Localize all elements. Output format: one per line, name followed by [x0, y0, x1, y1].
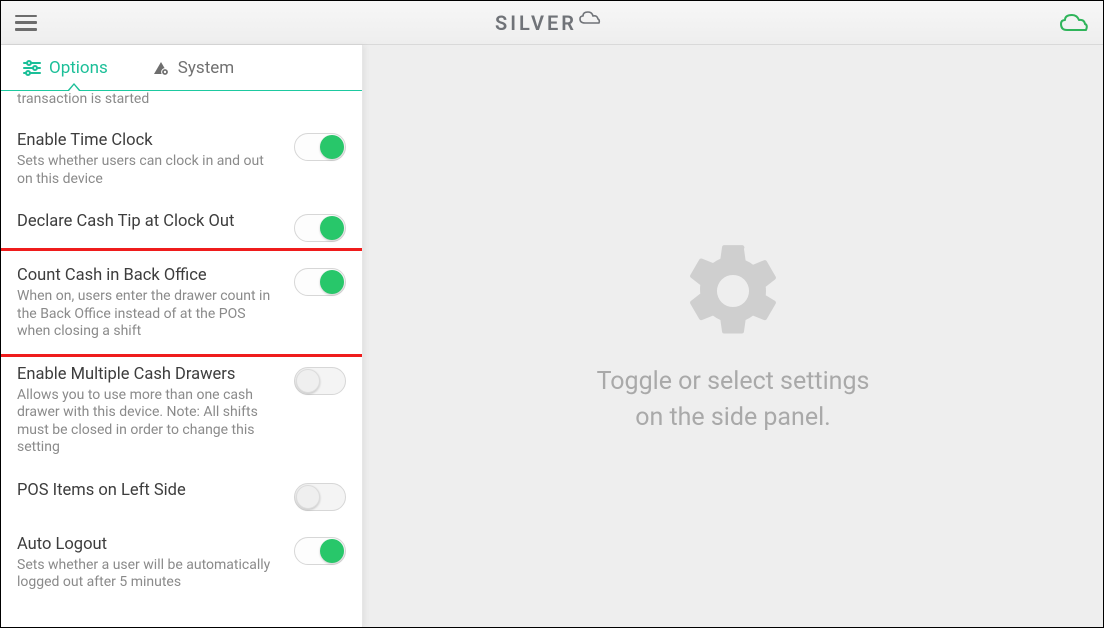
gear-icon: [678, 236, 788, 346]
setting-title: Enable Multiple Cash Drawers: [17, 365, 280, 384]
menu-icon[interactable]: [15, 15, 37, 31]
cloud-status-icon[interactable]: [1059, 13, 1089, 33]
setting-text: Declare Cash Tip at Clock Out: [17, 212, 280, 234]
tab-bar: Options System: [1, 45, 362, 91]
detail-panel: Toggle or select settings on the side pa…: [363, 45, 1103, 627]
tab-system-label: System: [178, 58, 234, 78]
toggle-knob: [320, 270, 344, 294]
toggle-enable-time-clock[interactable]: [294, 133, 346, 161]
brand-logo: SILVER: [495, 11, 601, 35]
active-tab-caret: [67, 83, 81, 91]
setting-row: Count Cash in Back Office When on, users …: [15, 254, 348, 353]
app-frame: SILVER: [0, 0, 1104, 628]
sliders-icon: [23, 60, 41, 76]
brand-text: SILVER: [495, 11, 577, 35]
setting-text: Enable Multiple Cash Drawers Allows you t…: [17, 365, 280, 457]
setting-row: POS Items on Left Side: [15, 469, 348, 523]
toggle-knob: [296, 485, 320, 509]
setting-row: Declare Cash Tip at Clock Out: [15, 200, 348, 254]
setting-text: POS Items on Left Side: [17, 481, 280, 503]
cutoff-previous-item: transaction is started: [17, 91, 346, 107]
toggle-knob: [296, 369, 320, 393]
toggle-declare-cash-tip[interactable]: [294, 214, 346, 242]
brand-cloud-icon: [579, 11, 601, 25]
setting-description: Sets whether users can clock in and out …: [17, 153, 280, 188]
setting-row: Enable Time Clock Sets whether users can …: [15, 119, 348, 200]
setting-text: Enable Time Clock Sets whether users can …: [17, 131, 280, 188]
setting-row: Auto Logout Sets whether a user will be a…: [15, 523, 348, 604]
setting-text: Auto Logout Sets whether a user will be a…: [17, 535, 280, 592]
toggle-count-cash-back-office[interactable]: [294, 268, 346, 296]
toggle-knob: [320, 539, 344, 563]
setting-text: Count Cash in Back Office When on, users …: [17, 266, 280, 341]
toggle-auto-logout[interactable]: [294, 537, 346, 565]
toggle-pos-items-left[interactable]: [294, 483, 346, 511]
setting-title: Count Cash in Back Office: [17, 266, 280, 285]
placeholder-line1: Toggle or select settings: [597, 364, 870, 400]
setting-row: Enable Multiple Cash Drawers Allows you t…: [15, 353, 348, 469]
setting-title: Auto Logout: [17, 535, 280, 554]
toggle-enable-multiple-drawers[interactable]: [294, 367, 346, 395]
setting-title: POS Items on Left Side: [17, 481, 280, 500]
tab-options-label: Options: [49, 58, 108, 78]
toggle-knob: [320, 216, 344, 240]
setting-title: Enable Time Clock: [17, 131, 280, 150]
setting-description: Sets whether a user will be automaticall…: [17, 557, 280, 592]
setting-description: When on, users enter the drawer count in…: [17, 288, 280, 341]
tab-options[interactable]: Options: [1, 45, 130, 90]
setting-title: Declare Cash Tip at Clock Out: [17, 212, 280, 231]
tab-system[interactable]: System: [130, 45, 256, 90]
placeholder-line2: on the side panel.: [597, 400, 870, 436]
app-header: SILVER: [1, 1, 1103, 45]
settings-list[interactable]: transaction is started Enable Time Clock…: [1, 91, 362, 627]
setting-description: Allows you to use more than one cash dra…: [17, 387, 280, 457]
settings-sidebar: Options System transaction is started En…: [1, 45, 363, 627]
system-icon: [152, 59, 170, 77]
placeholder-text: Toggle or select settings on the side pa…: [597, 364, 870, 437]
toggle-knob: [320, 135, 344, 159]
app-body: Options System transaction is started En…: [1, 45, 1103, 627]
